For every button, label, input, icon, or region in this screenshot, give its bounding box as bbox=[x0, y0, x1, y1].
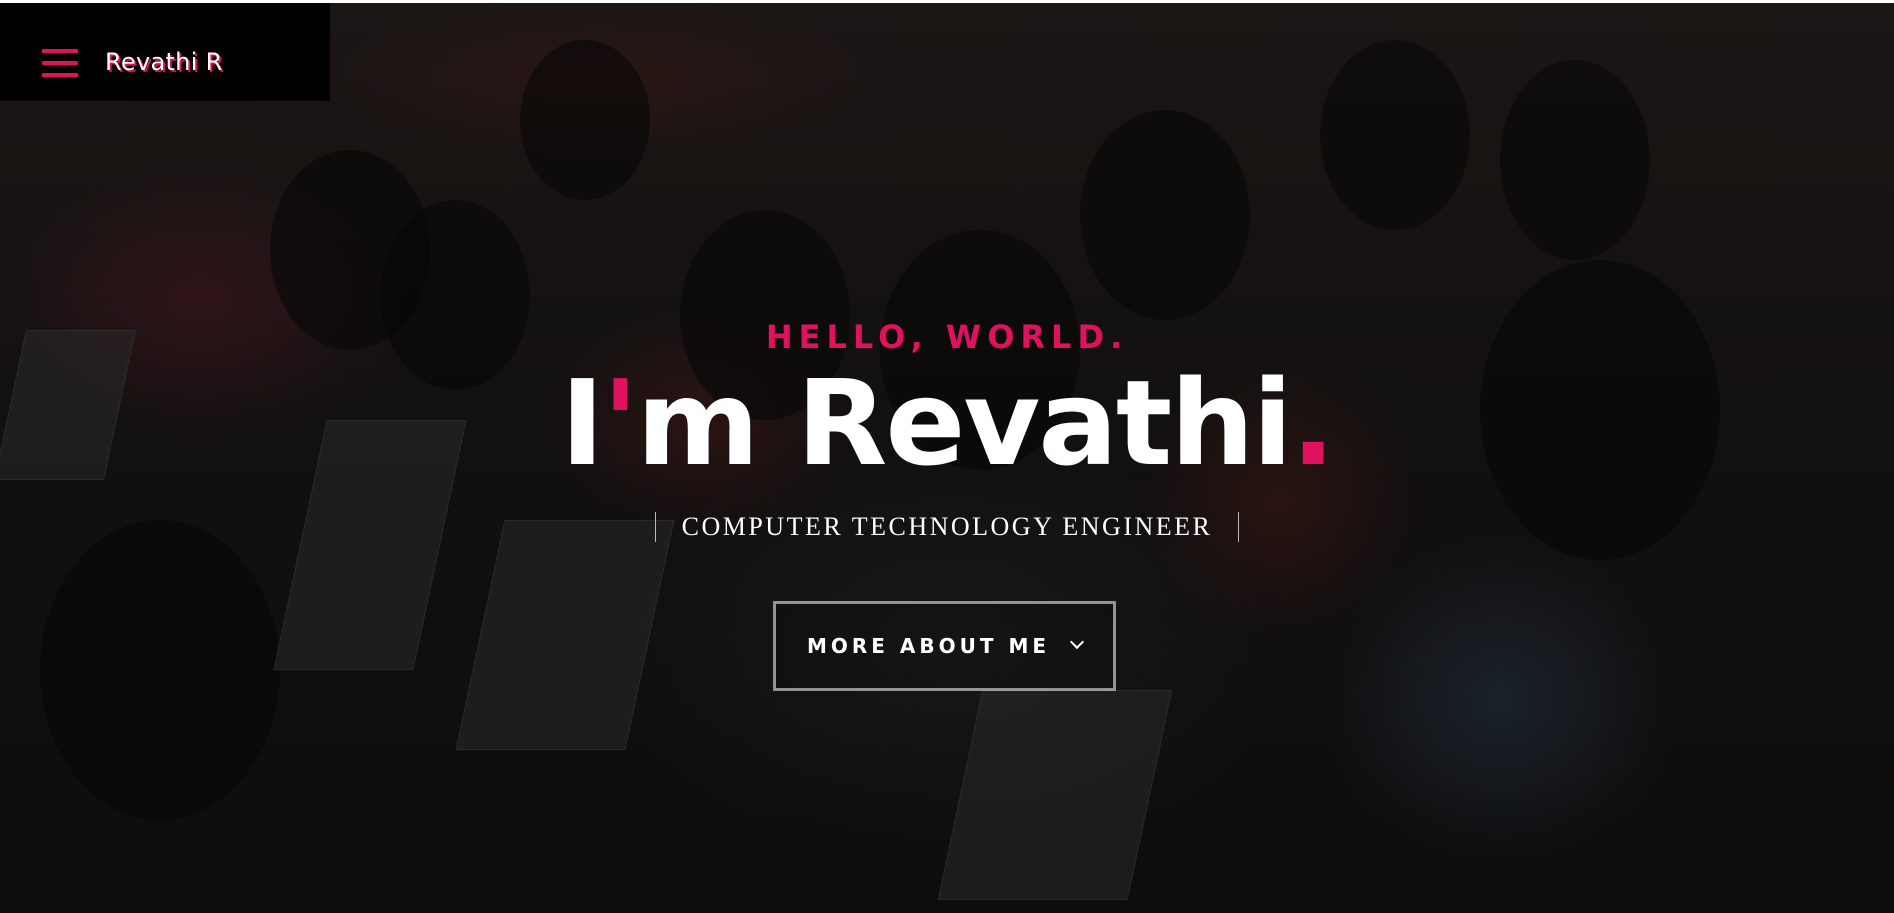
headline-i: I bbox=[560, 354, 604, 492]
hero-subtitle-row: COMPUTER TECHNOLOGY ENGINEER bbox=[0, 512, 1894, 542]
more-about-me-label: MORE ABOUT ME bbox=[806, 634, 1051, 658]
subtitle-divider-left bbox=[654, 512, 656, 542]
headline-dot: . bbox=[1290, 354, 1336, 492]
headline-apostrophe: ' bbox=[602, 354, 638, 492]
hero-section: HELLO, WORLD. I'm Revathi. COMPUTER TECH… bbox=[0, 0, 1894, 913]
more-about-me-button[interactable]: MORE ABOUT ME bbox=[773, 601, 1116, 691]
chevron-down-icon bbox=[1069, 634, 1085, 650]
headline-name: m Revathi bbox=[636, 354, 1292, 492]
hero-kicker: HELLO, WORLD. bbox=[765, 318, 1129, 356]
hero-headline: I'm Revathi. bbox=[0, 361, 1894, 486]
subtitle-divider-right bbox=[1238, 512, 1240, 542]
hero-subtitle: COMPUTER TECHNOLOGY ENGINEER bbox=[681, 512, 1213, 541]
